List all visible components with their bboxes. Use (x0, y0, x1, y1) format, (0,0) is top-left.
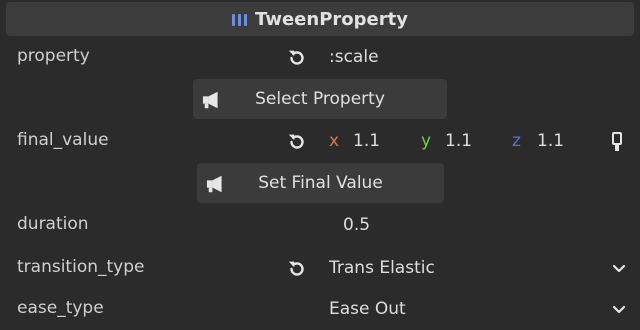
z-value-field[interactable]: 1.1 (537, 131, 564, 151)
chevron-down-icon[interactable] (611, 261, 627, 277)
chevron-down-icon[interactable] (611, 302, 627, 318)
ease-type-label: ease_type (17, 298, 104, 318)
transition-type-dropdown[interactable]: Trans Elastic (329, 258, 435, 278)
list-bars-icon (232, 12, 248, 26)
transition-type-label: transition_type (17, 257, 145, 277)
select-property-button[interactable]: Select Property (193, 79, 447, 119)
property-label: property (17, 46, 90, 66)
pin-icon[interactable] (612, 132, 622, 152)
property-row: property :scale (0, 44, 640, 72)
duration-value-field[interactable]: 0.5 (343, 215, 370, 235)
revert-icon[interactable] (286, 258, 308, 280)
property-value[interactable]: :scale (329, 47, 379, 67)
duration-label: duration (17, 214, 89, 234)
ease-type-dropdown[interactable]: Ease Out (329, 299, 406, 319)
select-property-label: Select Property (255, 89, 385, 109)
final-value-label: final_value (17, 130, 109, 150)
z-axis-label: z (512, 131, 521, 151)
inspector-header: TweenProperty (6, 2, 634, 36)
x-axis-label: x (329, 131, 340, 151)
set-final-value-label: Set Final Value (258, 173, 383, 193)
x-value-field[interactable]: 1.1 (353, 131, 380, 151)
transition-type-row: transition_type Trans Elastic (0, 255, 640, 283)
set-final-value-button[interactable]: Set Final Value (197, 163, 444, 203)
revert-icon[interactable] (286, 47, 308, 69)
final-value-row: final_value x 1.1 y 1.1 z 1.1 (0, 128, 640, 156)
inspector-title: TweenProperty (255, 8, 408, 30)
y-axis-label: y (421, 131, 432, 151)
ease-type-row: ease_type Ease Out (0, 296, 640, 324)
duration-row: duration 0.5 (0, 212, 640, 240)
y-value-field[interactable]: 1.1 (445, 131, 472, 151)
revert-icon[interactable] (286, 131, 308, 153)
